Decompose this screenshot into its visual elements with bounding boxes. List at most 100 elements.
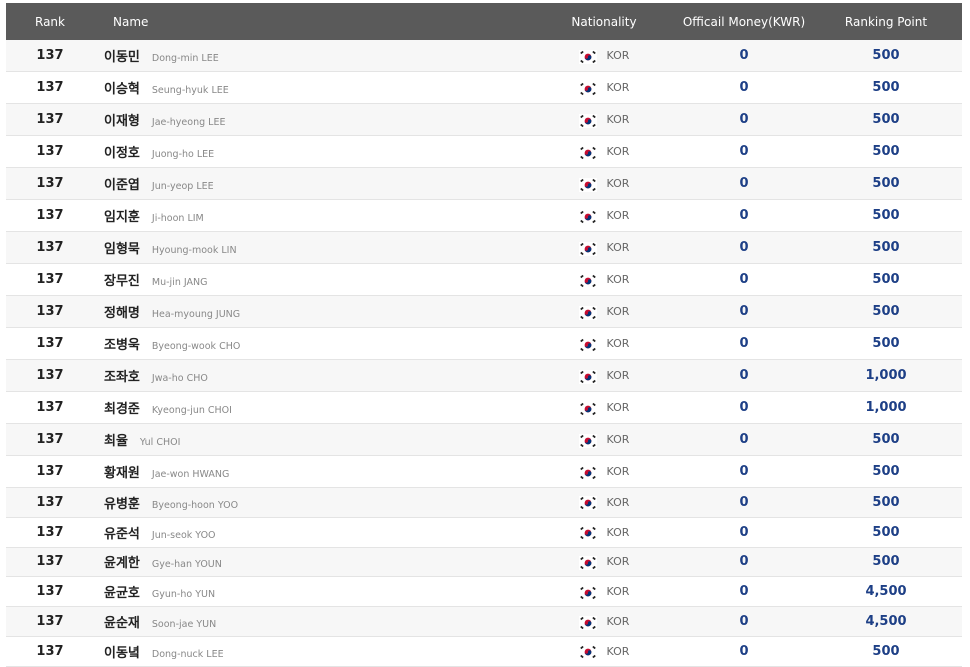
ranking-point-cell: 1,000: [865, 400, 907, 415]
name-cell: 윤계한 Gye-han YOUN: [94, 552, 530, 571]
table-row[interactable]: 137 이동녘 Dong-nuck LEE KOR 0 500: [6, 637, 962, 667]
table-row[interactable]: 137 윤균호 Gyun-ho YUN KOR 0 4,500: [6, 577, 962, 608]
south-korea-flag-icon: [578, 525, 597, 541]
player-name-korean[interactable]: 황재원: [104, 462, 140, 481]
name-cell: 최율 Yul CHOI: [94, 430, 530, 449]
player-name-korean[interactable]: 조병욱: [104, 334, 140, 353]
table-row[interactable]: 137 임형묵 Hyoung-mook LIN KOR 0 500: [6, 232, 962, 264]
name-cell: 유병훈 Byeong-hoon YOO: [94, 493, 530, 512]
nationality-cell: KOR: [530, 241, 678, 256]
player-name-korean[interactable]: 이동녘: [104, 642, 140, 661]
player-name-korean[interactable]: 장무진: [104, 270, 140, 289]
table-row[interactable]: 137 조병욱 Byeong-wook CHO KOR 0 500: [6, 328, 962, 360]
nationality-cell: KOR: [530, 555, 678, 570]
ranking-point-cell: 500: [872, 554, 900, 570]
column-header-name[interactable]: Name: [94, 15, 530, 29]
south-korea-flag-icon: [578, 305, 597, 320]
rank-cell: 137: [36, 144, 64, 159]
name-cell: 정해명 Hea-myoung JUNG: [94, 302, 530, 321]
ranking-point-cell: 500: [872, 48, 900, 63]
column-header-ranking-point[interactable]: Ranking Point: [810, 15, 962, 29]
south-korea-flag-icon: [578, 177, 597, 192]
player-name-korean[interactable]: 이재형: [104, 110, 140, 129]
nationality-code: KOR: [606, 177, 630, 190]
ranking-point-cell: 500: [872, 524, 900, 540]
money-cell: 0: [739, 336, 749, 351]
rank-cell: 137: [36, 643, 64, 659]
player-name-korean[interactable]: 임지훈: [104, 206, 140, 225]
player-name-korean[interactable]: 이승혁: [104, 78, 140, 97]
table-row[interactable]: 137 이동민 Dong-min LEE KOR 0 500: [6, 40, 962, 72]
table-row[interactable]: 137 유준석 Jun-seok YOO KOR 0 500: [6, 518, 962, 548]
nationality-cell: KOR: [530, 465, 678, 480]
table-row[interactable]: 137 이재형 Jae-hyeong LEE KOR 0 500: [6, 104, 962, 136]
player-name-korean[interactable]: 이정호: [104, 142, 140, 161]
player-name-korean[interactable]: 조좌호: [104, 366, 140, 385]
player-name-korean[interactable]: 윤계한: [104, 552, 140, 571]
table-row[interactable]: 137 최경준 Kyeong-jun CHOI KOR 0 1,000: [6, 392, 962, 424]
ranking-point-cell: 500: [872, 208, 900, 223]
table-row[interactable]: 137 유병훈 Byeong-hoon YOO KOR 0 500: [6, 488, 962, 518]
player-name-korean[interactable]: 유준석: [104, 523, 140, 542]
player-name-korean[interactable]: 유병훈: [104, 493, 140, 512]
south-korea-flag-icon: [578, 273, 597, 288]
table-row[interactable]: 137 임지훈 Ji-hoon LIM KOR 0 500: [6, 200, 962, 232]
nationality-code: KOR: [606, 401, 630, 414]
nationality-code: KOR: [606, 369, 630, 382]
table-row[interactable]: 137 정해명 Hea-myoung JUNG KOR 0 500: [6, 296, 962, 328]
nationality-cell: KOR: [530, 615, 678, 630]
table-row[interactable]: 137 윤순재 Soon-jae YUN KOR 0 4,500: [6, 607, 962, 637]
table-row[interactable]: 137 윤계한 Gye-han YOUN KOR 0 500: [6, 547, 962, 578]
player-name-korean[interactable]: 정해명: [104, 302, 140, 321]
name-cell: 임형묵 Hyoung-mook LIN: [94, 238, 530, 257]
player-name-korean[interactable]: 임형묵: [104, 238, 140, 257]
table-row[interactable]: 137 황재원 Jae-won HWANG KOR 0 500: [6, 456, 962, 488]
table-row[interactable]: 137 이승혁 Seung-hyuk LEE KOR 0 500: [6, 72, 962, 104]
player-name-english: Jun-seok YOO: [151, 529, 216, 541]
ranking-point-cell: 500: [872, 304, 900, 319]
nationality-code: KOR: [606, 305, 630, 318]
south-korea-flag-icon: [578, 433, 597, 448]
player-name-korean[interactable]: 최경준: [104, 398, 140, 417]
player-name-korean[interactable]: 최율: [104, 430, 128, 449]
table-row[interactable]: 137 최율 Yul CHOI KOR 0 500: [6, 424, 962, 456]
nationality-cell: KOR: [530, 369, 678, 384]
nationality-cell: KOR: [530, 49, 678, 64]
south-korea-flag-icon: [578, 369, 597, 384]
ranking-point-cell: 500: [872, 80, 900, 95]
player-name-english: Dong-min LEE: [151, 53, 219, 64]
nationality-cell: KOR: [530, 433, 678, 448]
column-header-money[interactable]: Officail Money(KWR): [678, 15, 810, 29]
table-row[interactable]: 137 이준엽 Jun-yeop LEE KOR 0 500: [6, 168, 962, 200]
nationality-cell: KOR: [530, 644, 678, 660]
table-row[interactable]: 137 장무진 Mu-jin JANG KOR 0 500: [6, 264, 962, 296]
player-name-english: Soon-jae YUN: [151, 619, 217, 631]
ranking-point-cell: 500: [872, 464, 900, 479]
name-cell: 황재원 Jae-won HWANG: [94, 462, 530, 481]
money-cell: 0: [739, 584, 749, 600]
south-korea-flag-icon: [578, 49, 597, 64]
table-row[interactable]: 137 이정호 Juong-ho LEE KOR 0 500: [6, 136, 962, 168]
player-name-korean[interactable]: 이준엽: [104, 174, 140, 193]
nationality-code: KOR: [606, 433, 630, 446]
money-cell: 0: [739, 614, 749, 630]
nationality-code: KOR: [606, 113, 630, 126]
south-korea-flag-icon: [578, 145, 597, 160]
ranking-point-cell: 500: [872, 494, 900, 510]
name-cell: 조좌호 Jwa-ho CHO: [94, 366, 530, 385]
table-body: 137 이동민 Dong-min LEE KOR 0 500 137 이승혁 Seung-hyu…: [6, 40, 962, 667]
table-row[interactable]: 137 조좌호 Jwa-ho CHO KOR 0 1,000: [6, 360, 962, 392]
column-header-rank[interactable]: Rank: [6, 15, 94, 29]
player-name-english: Mu-jin JANG: [151, 277, 208, 288]
nationality-cell: KOR: [530, 525, 678, 541]
table-header: Rank Name Nationality Officail Money(KWR…: [6, 3, 962, 40]
player-name-korean[interactable]: 윤균호: [104, 582, 140, 601]
column-header-nationality[interactable]: Nationality: [530, 15, 678, 29]
player-name-korean[interactable]: 이동민: [104, 46, 140, 65]
nationality-code: KOR: [606, 241, 630, 254]
money-cell: 0: [739, 304, 749, 319]
nationality-code: KOR: [606, 495, 630, 509]
player-name-korean[interactable]: 윤순재: [104, 612, 140, 631]
money-cell: 0: [739, 464, 749, 479]
nationality-code: KOR: [606, 644, 630, 658]
